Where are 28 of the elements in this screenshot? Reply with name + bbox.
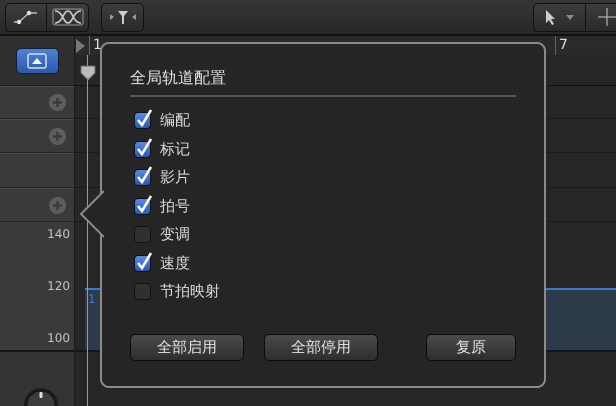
option-label: 速度	[160, 254, 190, 273]
checkbox[interactable]	[134, 112, 151, 130]
checkbox[interactable]	[134, 169, 151, 186]
option-label: 影片	[160, 168, 190, 188]
checkbox[interactable]	[134, 254, 151, 272]
option-label: 变调	[160, 225, 190, 244]
tempo-scale-label: 120	[47, 279, 70, 293]
checkbox[interactable]	[134, 140, 151, 158]
global-tracks-button[interactable]	[16, 48, 58, 74]
tempo-scale-label: 100	[47, 331, 70, 345]
option-label: 拍号	[160, 196, 190, 216]
funnel-icon	[108, 9, 138, 25]
checkbox[interactable]	[134, 226, 151, 244]
option-label: 节拍映射	[160, 282, 220, 302]
popover-button[interactable]: 全部停用	[264, 334, 378, 361]
option-label: 标记	[160, 140, 190, 159]
popover-button[interactable]: 全部启用	[130, 334, 244, 361]
curve-icon	[13, 10, 39, 24]
checkbox[interactable]	[134, 283, 151, 300]
checkbox[interactable]	[134, 198, 151, 215]
popover-title: 全局轨道配置	[130, 68, 516, 97]
bowtie-icon	[52, 8, 84, 26]
crosshair-icon	[596, 7, 616, 27]
region-label: 1	[88, 292, 96, 306]
popover-button[interactable]: 复原	[426, 334, 516, 361]
playhead-marker-icon[interactable]	[80, 65, 96, 81]
option-label: 编配	[160, 111, 190, 130]
tempo-scale-label: 140	[47, 227, 70, 241]
